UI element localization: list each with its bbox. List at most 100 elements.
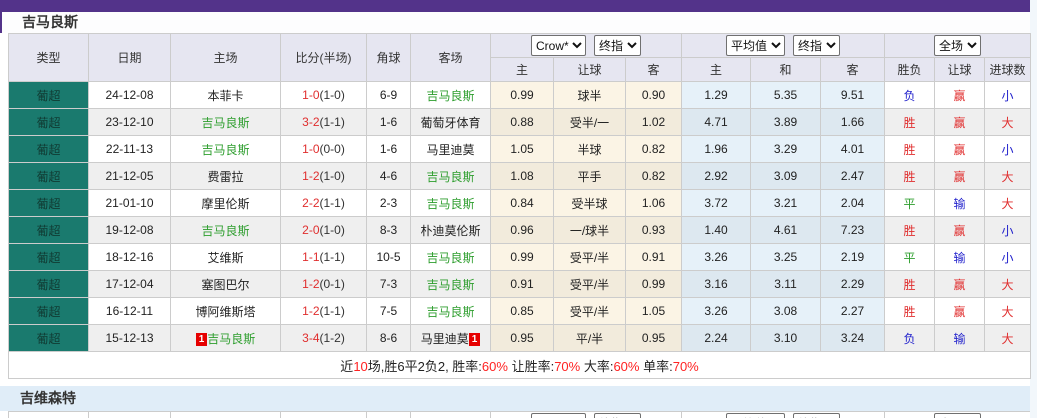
- table-row: 葡超15-12-131吉马良斯3-4(1-2)8-6马里迪莫10.95平/半0.…: [9, 325, 1031, 352]
- home-team-name[interactable]: 吉马良斯: [207, 332, 255, 346]
- crown-away-odds: 0.90: [626, 82, 682, 109]
- top-purple-bar: [0, 0, 1030, 12]
- result-wdl: 负: [904, 89, 916, 103]
- away-team-name[interactable]: 吉马良斯: [426, 251, 474, 265]
- match-date: 23-12-10: [105, 115, 153, 129]
- avg-away-odds: 3.24: [821, 325, 885, 352]
- crown-home-odds: 1.05: [491, 136, 554, 163]
- table-row: 葡超21-12-05费雷拉1-2(1-0)4-6吉马良斯1.08平手0.822.…: [9, 163, 1031, 190]
- home-team-name[interactable]: 吉马良斯: [201, 143, 249, 157]
- date-cell: 21-01-10: [89, 190, 171, 217]
- handicap-value: 平/半: [576, 332, 603, 346]
- away-team-name[interactable]: 吉马良斯: [426, 89, 474, 103]
- home-team-name[interactable]: 博阿维斯塔: [195, 305, 255, 319]
- result-wdl: 平: [904, 251, 916, 265]
- corner-cell: 8-3: [367, 217, 411, 244]
- corner-cell: 4-6: [367, 163, 411, 190]
- league-cell: 葡超: [9, 109, 89, 136]
- s2-average-select[interactable]: 平均值: [726, 413, 785, 418]
- table-row: 葡超16-12-11博阿维斯塔1-2(1-1)7-5吉马良斯0.85受平/半1.…: [9, 298, 1031, 325]
- crown-away-odds: 0.82: [626, 136, 682, 163]
- halftime-score: (1-0): [320, 88, 345, 102]
- home-team-cell: 艾维斯: [171, 244, 281, 271]
- home-team-name[interactable]: 费雷拉: [207, 170, 243, 184]
- sub-header-avg-away: 客: [821, 58, 885, 82]
- table-row: 葡超24-12-08本菲卡1-0(1-0)6-9吉马良斯0.99球半0.901.…: [9, 82, 1031, 109]
- odds-time-select-2[interactable]: 终指: [793, 35, 840, 56]
- corner-cell: 6-9: [367, 82, 411, 109]
- sub-header-avg-home: 主: [682, 58, 751, 82]
- odds-time-select-1[interactable]: 终指: [594, 35, 641, 56]
- odds-value: 2.27: [841, 304, 864, 318]
- halftime-score: (1-1): [320, 304, 345, 318]
- crown-odds-group-header: Crow* 终指: [491, 34, 682, 58]
- home-team-name[interactable]: 塞图巴尔: [201, 278, 249, 292]
- result-goals: 大: [1002, 332, 1014, 346]
- odds-value: 0.84: [510, 196, 533, 210]
- away-team-name[interactable]: 吉马良斯: [426, 278, 474, 292]
- result-handicap-cell: 赢: [935, 109, 985, 136]
- away-team-name[interactable]: 马里迪莫: [421, 332, 469, 346]
- s2-odds-time-select-1[interactable]: 终指: [594, 413, 641, 418]
- s2-bookmaker-select[interactable]: Crow*: [531, 413, 586, 418]
- result-goals-cell: 大: [985, 190, 1031, 217]
- sub-header-crown-home: 主: [491, 58, 554, 82]
- col-header-home: 主场: [171, 34, 281, 82]
- away-team-cell: 吉马良斯: [411, 82, 491, 109]
- home-team-cell: 本菲卡: [171, 82, 281, 109]
- avg-away-odds: 7.23: [821, 217, 885, 244]
- average-select[interactable]: 平均值: [726, 35, 785, 56]
- odds-value: 1.06: [642, 196, 665, 210]
- date-cell: 18-12-16: [89, 244, 171, 271]
- crown-home-odds: 1.08: [491, 163, 554, 190]
- handicap-value: 受平/半: [570, 278, 609, 292]
- s2-full-match-select[interactable]: 全场: [934, 413, 981, 418]
- home-team-name[interactable]: 吉马良斯: [201, 116, 249, 130]
- away-team-name[interactable]: 马里迪莫: [426, 143, 474, 157]
- league-cell: 葡超: [9, 163, 89, 190]
- result-wdl-cell: 胜: [885, 217, 935, 244]
- home-team-name[interactable]: 摩里伦斯: [201, 197, 249, 211]
- result-goals: 小: [1002, 224, 1014, 238]
- away-team-name[interactable]: 朴迪莫伦斯: [420, 224, 480, 238]
- result-goals: 大: [1002, 305, 1014, 319]
- result-wdl: 胜: [904, 305, 916, 319]
- corner-count: 1-6: [380, 142, 397, 156]
- bookmaker-select[interactable]: Crow*: [531, 35, 586, 56]
- crown-home-odds: 0.91: [491, 271, 554, 298]
- full-match-select[interactable]: 全场: [934, 35, 981, 56]
- home-team-cell: 博阿维斯塔: [171, 298, 281, 325]
- odds-value: 1.66: [841, 115, 864, 129]
- avg-draw-odds: 5.35: [751, 82, 821, 109]
- away-team-cell: 吉马良斯: [411, 298, 491, 325]
- odds-value: 2.04: [841, 196, 864, 210]
- home-team-name[interactable]: 艾维斯: [207, 251, 243, 265]
- odds-value: 3.72: [704, 196, 727, 210]
- s2-odds-time-select-2[interactable]: 终指: [793, 413, 840, 418]
- league-label: 葡超: [36, 116, 60, 130]
- section2-partial-header: Crow* 终指 平均值 终指 全场: [0, 411, 1030, 418]
- league-cell: 葡超: [9, 136, 89, 163]
- crown-home-odds: 0.88: [491, 109, 554, 136]
- away-team-cell: 吉马良斯: [411, 244, 491, 271]
- away-team-name[interactable]: 葡萄牙体育: [420, 116, 480, 130]
- away-team-name[interactable]: 吉马良斯: [426, 170, 474, 184]
- crown-away-odds: 0.91: [626, 244, 682, 271]
- col-header-type: 类型: [9, 34, 89, 82]
- match-history-table: 类型 日期 主场 比分(半场) 角球 客场 Crow*终指 平均值终指 全场 主…: [8, 33, 1031, 379]
- away-team-cell: 吉马良斯: [411, 190, 491, 217]
- home-team-name[interactable]: 吉马良斯: [201, 224, 249, 238]
- match-date: 18-12-16: [105, 250, 153, 264]
- avg-draw-odds: 3.25: [751, 244, 821, 271]
- average-odds-group-header: 平均值终指: [682, 34, 885, 58]
- date-cell: 15-12-13: [89, 325, 171, 352]
- result-wdl-cell: 负: [885, 325, 935, 352]
- sub-header-wdl: 胜负: [885, 58, 935, 82]
- away-team-name[interactable]: 吉马良斯: [426, 197, 474, 211]
- halftime-score: (1-1): [320, 196, 345, 210]
- home-team-name[interactable]: 本菲卡: [207, 89, 243, 103]
- away-team-name[interactable]: 吉马良斯: [426, 305, 474, 319]
- odds-value: 0.93: [642, 223, 665, 237]
- summary-stat-value: 10: [353, 359, 367, 374]
- summary-stat-value: 60%: [482, 359, 508, 374]
